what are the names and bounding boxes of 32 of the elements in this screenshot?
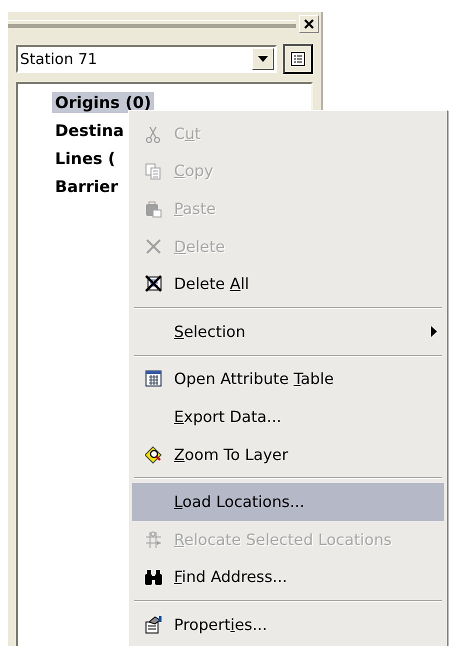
menu-item[interactable]: Find Address... [132, 558, 444, 596]
copy-icon [144, 162, 162, 180]
layer-item[interactable]: Barrier [52, 176, 121, 196]
relocate-icon [144, 530, 162, 549]
caret-icon [258, 56, 268, 62]
magnifier-diamond-icon [144, 446, 162, 464]
layer-item[interactable]: Lines ( [52, 148, 118, 168]
menu-item[interactable]: Open Attribute Table [132, 360, 444, 398]
dropdown-value: Station 71 [20, 50, 98, 68]
list-icon [291, 52, 305, 66]
menu-item[interactable]: Properties... [132, 606, 444, 644]
layer-item[interactable]: Destina [52, 120, 127, 140]
submenu-item[interactable]: Selection [132, 312, 444, 351]
binoculars-icon [144, 568, 162, 586]
list-view-button[interactable] [283, 44, 313, 74]
menu-item[interactable]: Export Data... [132, 398, 444, 436]
clipboard-icon [144, 200, 162, 218]
delete-icon [144, 238, 162, 256]
title-grip[interactable] [8, 20, 296, 28]
layer-item[interactable]: Origins (0) [52, 92, 154, 112]
submenu-arrow-icon [431, 326, 437, 338]
menu-item[interactable]: Load Locations... [132, 483, 444, 521]
menu-item[interactable]: Zoom To Layer [132, 436, 444, 474]
menu-item[interactable]: Delete All [132, 265, 444, 303]
close-icon [304, 19, 314, 29]
properties-icon [144, 616, 162, 634]
station-dropdown[interactable]: Station 71 [16, 45, 277, 73]
table-icon [144, 370, 162, 388]
scissors-icon [144, 124, 162, 143]
delete-all-icon [144, 275, 162, 294]
close-button[interactable] [299, 15, 319, 33]
dropdown-button[interactable] [252, 48, 274, 70]
